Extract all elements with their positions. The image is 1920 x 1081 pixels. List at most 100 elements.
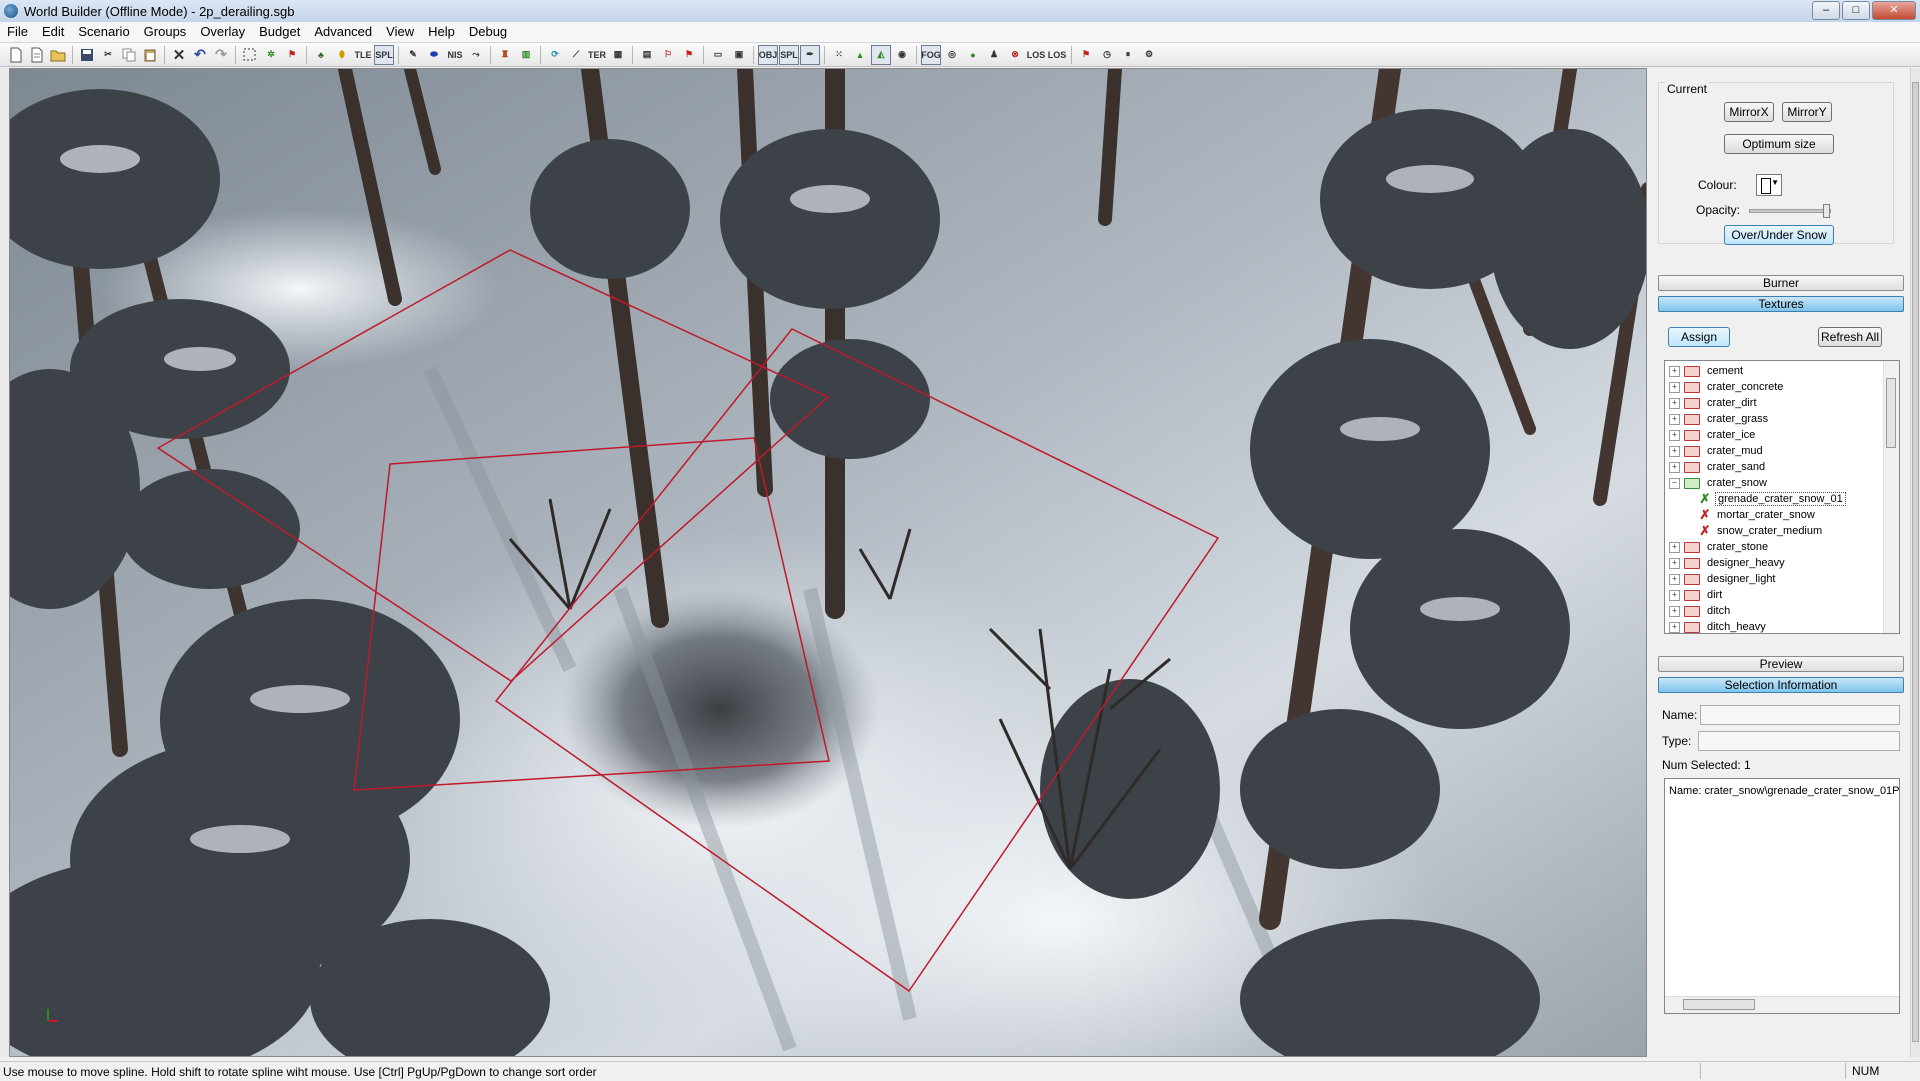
opacity-slider-handle[interactable] <box>1823 204 1830 218</box>
new-doc-icon[interactable] <box>27 45 47 65</box>
textures-section[interactable]: Textures <box>1658 296 1904 312</box>
tree-item[interactable]: − crater_snow <box>1669 475 1769 491</box>
expand-icon[interactable]: + <box>1669 461 1680 473</box>
marker-icon[interactable]: ⬮ <box>332 45 352 65</box>
viewport-canvas[interactable] <box>10 69 1647 1057</box>
line-tool-icon[interactable]: ⟋ <box>566 45 586 65</box>
menu-overlay[interactable]: Overlay <box>193 22 252 42</box>
tree-item[interactable]: ✗ grenade_crater_snow_01 <box>1699 491 1846 507</box>
selection-info-box[interactable]: Name: crater_snow\grenade_crater_snow_01… <box>1664 778 1900 1014</box>
unit-icon[interactable]: ♜ <box>495 45 515 65</box>
memory2-icon[interactable]: ▣ <box>729 45 749 65</box>
undo-icon[interactable]: ↶ <box>190 45 210 65</box>
tree-item[interactable]: ✗ snow_crater_medium <box>1699 523 1824 539</box>
fog-button[interactable]: FOG <box>921 44 941 65</box>
panel-scrollbar[interactable] <box>1910 68 1920 1057</box>
expand-icon[interactable]: + <box>1669 429 1680 441</box>
expand-icon[interactable]: + <box>1669 381 1680 393</box>
redo-icon[interactable]: ↷ <box>211 45 231 65</box>
grid-icon[interactable]: ▦ <box>608 45 628 65</box>
assign-button[interactable]: Assign <box>1668 327 1730 347</box>
los2-button[interactable]: LOS <box>1047 45 1067 65</box>
terrain-icon[interactable]: ▲ <box>850 45 870 65</box>
tree-item[interactable]: + crater_stone <box>1669 539 1770 555</box>
tree-item[interactable]: + designer_heavy <box>1669 555 1787 571</box>
refresh-all-button[interactable]: Refresh All <box>1818 327 1882 347</box>
landscape-icon[interactable]: ◭ <box>871 44 891 65</box>
marker-red-icon[interactable]: ⚐ <box>658 45 678 65</box>
collapse-icon[interactable]: − <box>1669 477 1680 489</box>
name-field[interactable] <box>1700 705 1900 725</box>
panel-scrollbar-thumb[interactable] <box>1912 82 1919 1042</box>
save-icon[interactable] <box>77 45 97 65</box>
rotate-icon[interactable]: ⟳ <box>545 45 565 65</box>
tree-item[interactable]: + crater_mud <box>1669 443 1765 459</box>
colour-picker[interactable]: ▼ <box>1756 174 1782 196</box>
tree-item[interactable]: ✗ mortar_crater_snow <box>1699 507 1817 523</box>
camera-icon[interactable]: ◉ <box>892 45 912 65</box>
pause-icon[interactable]: ⏸ <box>1118 45 1138 65</box>
close-button[interactable]: ✕ <box>1872 1 1916 20</box>
tree-scrollbar-thumb[interactable] <box>1886 378 1896 448</box>
menu-groups[interactable]: Groups <box>137 22 194 42</box>
ter-button[interactable]: TER <box>587 45 607 65</box>
new-file-icon[interactable] <box>6 45 26 65</box>
expand-icon[interactable]: + <box>1669 573 1680 585</box>
tree-scrollbar[interactable] <box>1883 361 1899 633</box>
minimize-button[interactable]: – <box>1812 1 1840 20</box>
plant-icon[interactable]: ♣ <box>311 45 331 65</box>
flag-icon[interactable]: ⚑ <box>282 45 302 65</box>
tree-item[interactable]: + ditch <box>1669 603 1732 619</box>
memory-icon[interactable]: ▭ <box>708 45 728 65</box>
path-icon[interactable]: ⤳ <box>466 45 486 65</box>
spline-button[interactable]: SPL <box>779 44 799 65</box>
menu-scenario[interactable]: Scenario <box>71 22 136 42</box>
target-icon[interactable]: ⊗ <box>1005 45 1025 65</box>
info-scrollbar-thumb[interactable] <box>1683 999 1755 1010</box>
preview-section[interactable]: Preview <box>1658 656 1904 672</box>
tree-item[interactable]: + crater_sand <box>1669 459 1767 475</box>
paste-icon[interactable] <box>140 45 160 65</box>
expand-icon[interactable]: + <box>1669 605 1680 617</box>
tree-item[interactable]: + crater_dirt <box>1669 395 1759 411</box>
mirror-x-button[interactable]: MirrorX <box>1724 102 1774 122</box>
tree-item[interactable]: + designer_light <box>1669 571 1778 587</box>
tree-item[interactable]: + cement <box>1669 363 1745 379</box>
tree-item[interactable]: + dirt <box>1669 587 1724 603</box>
tree-item[interactable]: + crater_ice <box>1669 427 1757 443</box>
eye-icon[interactable]: ◎ <box>942 45 962 65</box>
world-viewport[interactable] <box>9 68 1647 1057</box>
menu-edit[interactable]: Edit <box>35 22 71 42</box>
over-under-snow-button[interactable]: Over/Under Snow <box>1724 225 1834 245</box>
soldiers-icon[interactable]: ♟ <box>984 45 1004 65</box>
marker-red2-icon[interactable]: ⚑ <box>679 45 699 65</box>
nis-button[interactable]: NIS <box>445 45 465 65</box>
tle-button[interactable]: TLE <box>353 45 373 65</box>
expand-icon[interactable]: + <box>1669 397 1680 409</box>
texture-tree[interactable]: + ditch_heavy + ditch + dirt + designer_light + d… <box>1664 360 1900 634</box>
mirror-y-button[interactable]: MirrorY <box>1782 102 1832 122</box>
expand-icon[interactable]: + <box>1669 621 1680 633</box>
clock-icon[interactable]: ◷ <box>1097 45 1117 65</box>
expand-icon[interactable]: + <box>1669 365 1680 377</box>
globe-icon[interactable]: ● <box>963 45 983 65</box>
optimum-size-button[interactable]: Optimum size <box>1724 134 1834 154</box>
expand-icon[interactable]: + <box>1669 589 1680 601</box>
tree-item[interactable]: + crater_concrete <box>1669 379 1785 395</box>
menu-help[interactable]: Help <box>421 22 462 42</box>
splat-button[interactable]: SPL <box>374 44 394 65</box>
menu-file[interactable]: File <box>0 22 35 42</box>
water-icon[interactable]: ⬬ <box>424 45 444 65</box>
cut-icon[interactable]: ✂ <box>98 45 118 65</box>
los-button[interactable]: LOS <box>1026 45 1046 65</box>
tree-item[interactable]: + ditch_heavy <box>1669 619 1768 633</box>
open-folder-icon[interactable] <box>48 45 68 65</box>
expand-icon[interactable]: + <box>1669 557 1680 569</box>
menu-advanced[interactable]: Advanced <box>307 22 379 42</box>
info-scrollbar[interactable] <box>1665 996 1899 1013</box>
stats-icon[interactable]: ▥ <box>516 45 536 65</box>
obj-button[interactable]: OBJ <box>758 44 778 65</box>
delete-icon[interactable]: ✕ <box>169 45 189 65</box>
menu-budget[interactable]: Budget <box>252 22 307 42</box>
tree-tool-icon[interactable]: ✲ <box>261 45 281 65</box>
